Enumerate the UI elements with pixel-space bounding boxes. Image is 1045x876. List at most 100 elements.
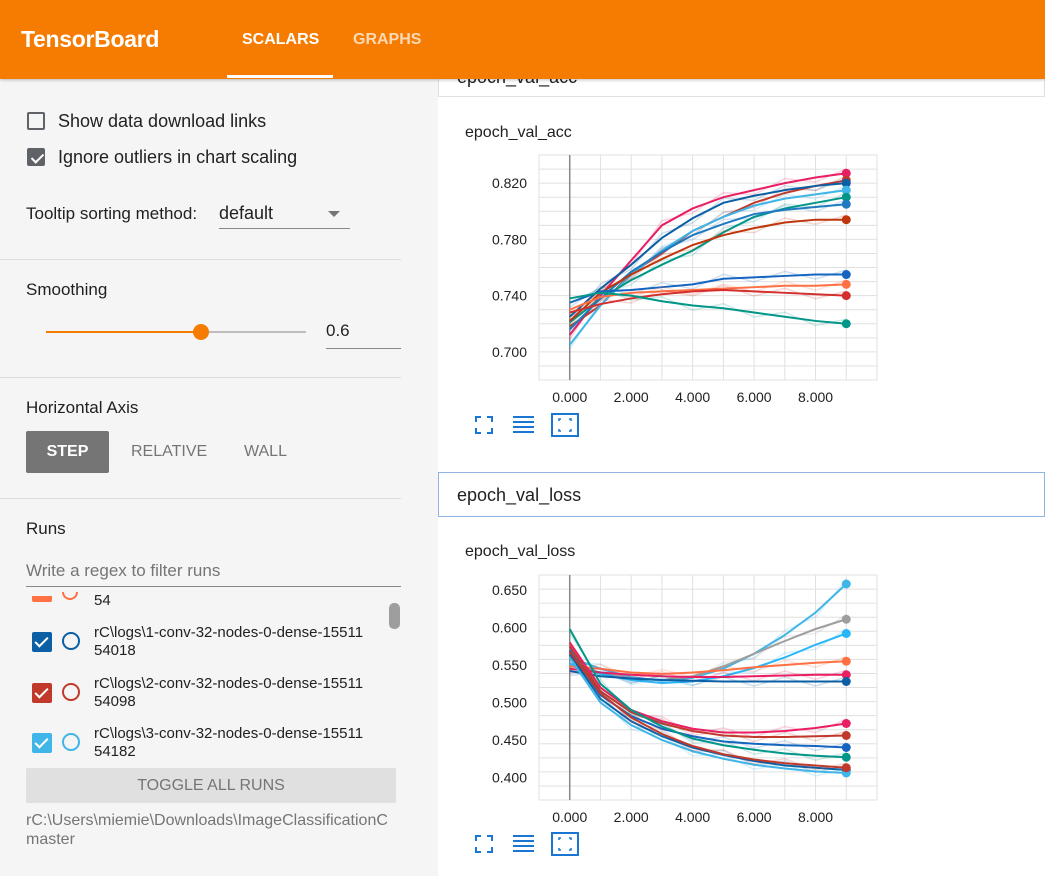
input-underline <box>326 348 401 349</box>
y-tick-label: 0.740 <box>492 288 527 304</box>
horizontal-axis-label: Horizontal Axis <box>26 398 139 417</box>
tooltip-sorting-select[interactable]: default <box>219 203 273 224</box>
x-tick-label: 0.000 <box>552 809 587 825</box>
show-download-links-checkbox[interactable] <box>27 112 45 130</box>
run-label: rC\logs\2-conv-32-nodes-0-dense-15511 540… <box>94 675 394 711</box>
y-tick-label: 0.700 <box>492 344 527 360</box>
series-end-point <box>841 629 851 638</box>
expand-icon[interactable] <box>471 412 497 438</box>
run-checkbox[interactable] <box>32 596 52 602</box>
chart-title: epoch_val_loss <box>465 543 576 560</box>
series-line <box>569 291 847 325</box>
x-tick-label: 2.000 <box>614 389 649 405</box>
series-end-point <box>841 215 851 225</box>
smoothing-value-input[interactable]: 0.6 <box>326 321 350 341</box>
series-end-point <box>841 656 851 666</box>
run-color-icon[interactable] <box>62 733 80 751</box>
app-title: TensorBoard <box>21 26 160 52</box>
log-scale-icon[interactable] <box>510 412 536 438</box>
acc-chart[interactable]: 0.700 0.740 0.780 0.820 0.000 2.000 4.000 6.000… <box>438 140 1045 410</box>
ignore-outliers-label: Ignore outliers in chart scaling <box>58 147 298 167</box>
x-tick-label: 2.000 <box>614 809 649 825</box>
x-tick-label: 8.000 <box>798 389 833 405</box>
run-label-line: 54098 <box>94 693 136 710</box>
divider <box>0 259 401 260</box>
log-scale-icon[interactable] <box>510 831 536 857</box>
series-end-point <box>841 752 851 762</box>
run-label-line: 54018 <box>94 642 136 659</box>
tab-scalars[interactable]: SCALARS <box>242 31 319 49</box>
y-tick-label: 0.400 <box>492 770 527 786</box>
expand-icon[interactable] <box>471 831 497 857</box>
select-underline <box>219 228 350 229</box>
x-tick-label: 4.000 <box>675 809 710 825</box>
run-label-line: rC\logs\2-conv-32-nodes-0-dense-15511 <box>94 675 364 692</box>
runs-label: Runs <box>26 519 66 538</box>
series-end-point <box>841 677 851 686</box>
tab-graphs[interactable]: GRAPHS <box>353 31 421 49</box>
run-checkbox[interactable] <box>32 683 52 703</box>
run-checkbox[interactable] <box>32 632 52 652</box>
x-tick-label: 6.000 <box>737 389 772 405</box>
smoothing-label: Smoothing <box>26 280 108 299</box>
section-title: epoch_val_loss <box>457 485 582 505</box>
series-end-point <box>841 279 851 289</box>
run-label-line: rC\logs\3-conv-32-nodes-0-dense-15511 <box>94 725 364 742</box>
logdir-path-line: rC:\Users\miemie\Downloads\ImageClassifi… <box>26 812 388 829</box>
series-end-point <box>841 319 851 329</box>
run-label-line: 54182 <box>94 743 136 760</box>
toggle-all-runs-button[interactable]: TOGGLE ALL RUNS <box>26 768 396 803</box>
series-end-point <box>841 719 851 728</box>
fit-domain-icon[interactable] <box>551 831 579 857</box>
series-raw-line <box>569 214 847 326</box>
series-end-point <box>841 199 851 209</box>
show-download-links-label: Show data download links <box>58 111 267 131</box>
active-tab-indicator <box>227 75 333 78</box>
top-app-bar: TensorBoard SCALARS GRAPHS <box>0 0 1045 79</box>
x-tick-label: 4.000 <box>675 389 710 405</box>
series-raw-line <box>569 177 847 322</box>
logdir-path: rC:\Users\miemie\Downloads\ImageClassifi… <box>26 811 416 849</box>
run-color-icon[interactable] <box>62 683 80 701</box>
y-tick-label: 0.550 <box>492 657 527 673</box>
fit-domain-icon[interactable] <box>551 412 579 438</box>
series-end-point <box>841 743 851 752</box>
run-label: rC\logs\3-conv-32-nodes-0-dense-15511 541… <box>94 725 394 761</box>
chevron-down-icon[interactable] <box>328 211 340 217</box>
logdir-path-line: master <box>26 831 75 848</box>
series-end-point <box>841 763 851 773</box>
y-tick-label: 0.450 <box>492 732 527 748</box>
y-tick-label: 0.600 <box>492 620 527 636</box>
section-header-loss[interactable]: epoch_val_loss <box>438 472 1045 517</box>
series-end-point <box>841 731 851 740</box>
series-end-point <box>841 291 851 301</box>
y-tick-label: 0.650 <box>492 582 527 598</box>
y-tick-label: 0.820 <box>492 175 527 191</box>
axis-relative-button[interactable]: RELATIVE <box>131 443 207 461</box>
axis-wall-button[interactable]: WALL <box>244 443 287 461</box>
run-checkbox[interactable] <box>32 733 52 753</box>
divider <box>0 498 401 499</box>
loss-chart[interactable]: 0.400 0.450 0.500 0.550 0.600 0.650 0.000 2.000… <box>438 560 1045 830</box>
smoothing-slider-handle[interactable] <box>193 324 209 340</box>
run-label-line: rC\logs\1-conv-32-nodes-0-dense-15511 <box>94 624 364 641</box>
series-raw-line <box>569 168 847 340</box>
series-line <box>569 218 847 322</box>
series-end-point <box>841 270 851 280</box>
ignore-outliers-checkbox[interactable] <box>27 148 45 166</box>
series-end-point <box>841 614 851 624</box>
series-line <box>569 196 847 324</box>
axis-step-button[interactable]: STEP <box>26 431 109 473</box>
run-label: 54 <box>94 592 111 609</box>
run-filter-input[interactable]: Write a regex to filter runs <box>26 561 220 581</box>
smoothing-slider-fill <box>46 331 201 333</box>
x-tick-label: 0.000 <box>552 389 587 405</box>
y-tick-label: 0.780 <box>492 231 527 247</box>
tooltip-sorting-label: Tooltip sorting method: <box>26 204 198 223</box>
x-tick-label: 6.000 <box>737 809 772 825</box>
run-color-icon[interactable] <box>62 632 80 650</box>
run-label: rC\logs\1-conv-32-nodes-0-dense-15511 540… <box>94 624 394 660</box>
series-end-point <box>841 579 851 589</box>
runs-scrollbar[interactable] <box>389 603 400 629</box>
y-tick-label: 0.500 <box>492 695 527 711</box>
